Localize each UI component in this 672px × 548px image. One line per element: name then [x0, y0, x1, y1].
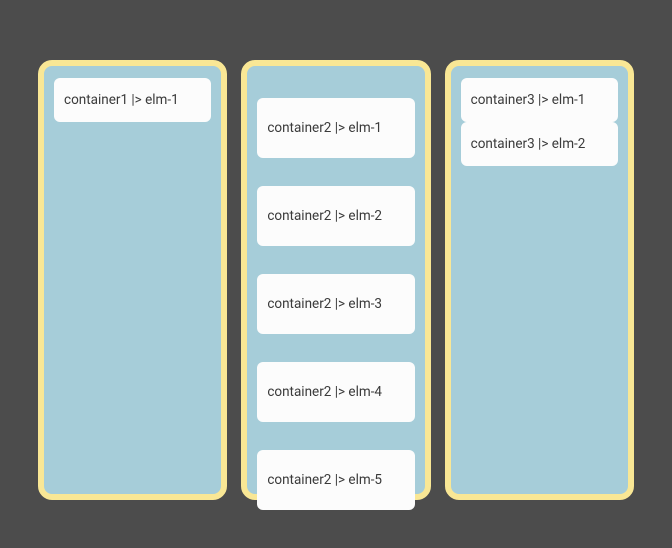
container-3[interactable]: container3 |> elm-1 container3 |> elm-2	[445, 60, 634, 500]
list-item[interactable]: container2 |> elm-2	[257, 186, 414, 246]
list-item[interactable]: container3 |> elm-1	[461, 78, 618, 122]
container-2[interactable]: container2 |> elm-1 container2 |> elm-2 …	[241, 60, 430, 500]
list-item[interactable]: container2 |> elm-4	[257, 362, 414, 422]
list-item[interactable]: container2 |> elm-3	[257, 274, 414, 334]
list-item[interactable]: container2 |> elm-1	[257, 98, 414, 158]
list-item[interactable]: container3 |> elm-2	[461, 122, 618, 166]
list-item[interactable]: container1 |> elm-1	[54, 78, 211, 122]
list-item[interactable]: container2 |> elm-5	[257, 450, 414, 510]
container-1[interactable]: container1 |> elm-1	[38, 60, 227, 500]
